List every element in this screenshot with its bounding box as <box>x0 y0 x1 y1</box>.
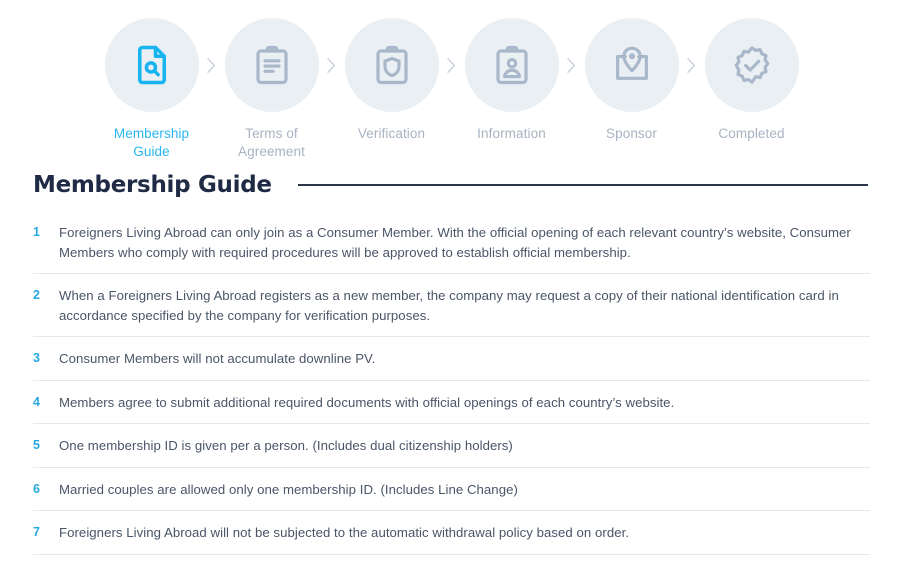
chevron-right-icon <box>443 18 460 112</box>
list-item: 3 Consumer Members will not accumulate d… <box>33 337 870 381</box>
stepper-step-completed[interactable]: Completed <box>700 18 803 143</box>
chevron-right-icon <box>683 18 700 112</box>
page-title: Membership Guide <box>33 172 272 198</box>
stepper-step-verification[interactable]: Verification <box>340 18 443 143</box>
list-item: 1 Foreigners Living Abroad can only join… <box>33 215 870 274</box>
list-item: 4 Members agree to submit additional req… <box>33 381 870 424</box>
list-item: 5 One membership ID is given per a perso… <box>33 424 870 468</box>
stepper-label: Verification <box>357 126 426 141</box>
list-item-text: One membership ID is given per a person.… <box>59 438 513 453</box>
stepper-icon-circle <box>344 18 439 112</box>
stepper-step-membership-guide[interactable]: Membership Guide <box>100 18 203 161</box>
list-item-number: 3 <box>33 351 40 365</box>
stepper-icon-circle <box>104 18 199 112</box>
stepper-label: Terms of Agreement <box>238 126 305 159</box>
list-item-text: Foreigners Living Abroad will not be sub… <box>59 525 630 540</box>
map-pin-icon <box>611 44 653 86</box>
stepper-label: Completed <box>718 126 785 141</box>
stepper-icon-circle <box>224 18 319 112</box>
list-item-number: 5 <box>33 438 40 452</box>
list-item-text: Consumer Members will not accumulate dow… <box>59 351 376 366</box>
progress-stepper: Membership Guide Terms of Agreement Veri… <box>100 0 900 159</box>
chevron-right-icon <box>323 18 340 112</box>
stepper-step-information[interactable]: Information <box>460 18 563 143</box>
stepper-label: Information <box>477 126 546 141</box>
stepper-icon-circle <box>464 18 559 112</box>
section-header: Membership Guide <box>33 172 868 198</box>
list-item-text: When a Foreigners Living Abroad register… <box>59 288 839 323</box>
stepper-icon-circle <box>584 18 679 112</box>
list-item-number: 1 <box>33 225 40 239</box>
stepper-label: Sponsor <box>606 126 657 141</box>
clipboard-lines-icon <box>251 44 293 86</box>
list-item: 6 Married couples are allowed only one m… <box>33 468 870 511</box>
stepper-step-terms-of-agreement[interactable]: Terms of Agreement <box>220 18 323 161</box>
list-item-text: Married couples are allowed only one mem… <box>59 481 518 497</box>
chevron-right-icon <box>563 18 580 112</box>
list-item: 2 When a Foreigners Living Abroad regist… <box>33 274 870 337</box>
document-search-icon <box>131 44 173 86</box>
membership-guide-list: 1 Foreigners Living Abroad can only join… <box>33 215 870 555</box>
stepper-label: Membership Guide <box>113 126 190 159</box>
list-item: 7 Foreigners Living Abroad will not be s… <box>33 511 870 555</box>
list-item-number: 4 <box>33 394 40 409</box>
clipboard-shield-icon <box>371 44 413 86</box>
chevron-right-icon <box>203 18 220 112</box>
list-item-number: 7 <box>33 525 40 539</box>
list-item-text: Foreigners Living Abroad can only join a… <box>59 225 851 260</box>
badge-check-icon <box>731 44 773 86</box>
list-item-number: 2 <box>33 288 40 302</box>
title-rule <box>297 184 868 186</box>
list-item-text: Members agree to submit additional requi… <box>59 394 675 410</box>
stepper-icon-circle <box>704 18 799 112</box>
list-item-number: 6 <box>33 481 40 496</box>
id-card-person-icon <box>491 44 533 86</box>
stepper-step-sponsor[interactable]: Sponsor <box>580 18 683 143</box>
